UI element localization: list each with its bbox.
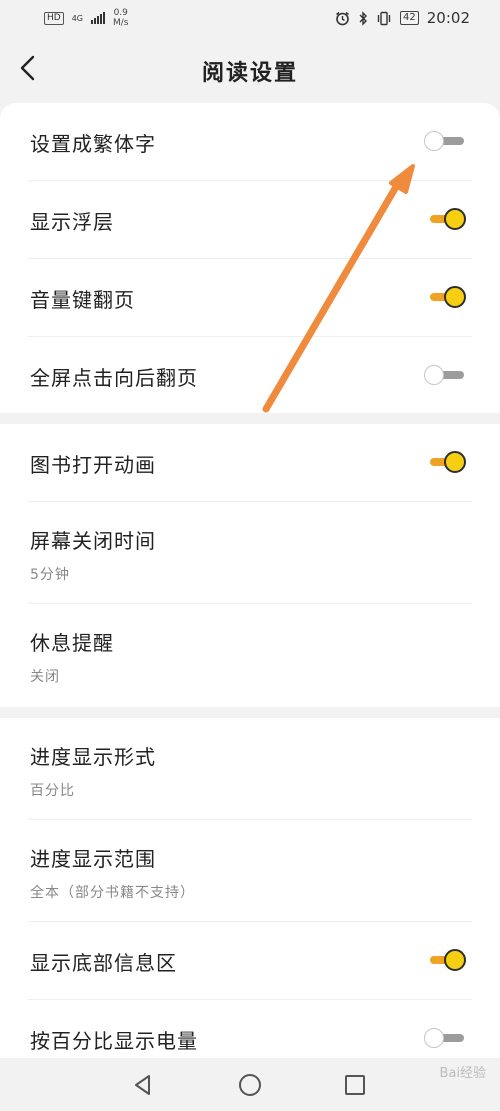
bluetooth-icon xyxy=(359,10,368,26)
speed-unit: M/s xyxy=(113,18,129,28)
setting-label: 进度显示形式 xyxy=(30,745,156,769)
signal-icon xyxy=(91,12,105,24)
recents-square-icon xyxy=(345,1075,365,1095)
setting-progress-format[interactable]: 进度显示形式 百分比 xyxy=(28,718,472,820)
home-circle-icon xyxy=(239,1074,261,1096)
setting-volume-key-page-turn[interactable]: 音量键翻页 xyxy=(28,259,472,337)
setting-show-overlay[interactable]: 显示浮层 xyxy=(28,181,472,259)
setting-value: 5分钟 xyxy=(30,567,70,583)
nav-recents-button[interactable] xyxy=(342,1072,368,1098)
toggle-switch-on[interactable] xyxy=(430,949,466,971)
setting-label: 休息提醒 xyxy=(30,631,114,655)
clock: 20:02 xyxy=(426,9,470,27)
speed-value: 0.9 xyxy=(113,8,128,18)
top-bar: 阅读设置 xyxy=(0,36,500,102)
setting-label: 图书打开动画 xyxy=(30,453,156,477)
setting-show-bottom-info[interactable]: 显示底部信息区 xyxy=(28,922,472,1000)
setting-value: 关闭 xyxy=(30,669,60,685)
vibrate-icon xyxy=(377,11,391,25)
setting-label: 屏幕关闭时间 xyxy=(30,529,156,553)
page-title: 阅读设置 xyxy=(201,61,298,86)
setting-label: 进度显示范围 xyxy=(30,847,156,871)
setting-label: 全屏点击向后翻页 xyxy=(30,366,198,390)
setting-progress-range[interactable]: 进度显示范围 全本（部分书籍不支持） xyxy=(28,820,472,922)
status-left: HD 4G 0.9 M/s xyxy=(44,8,129,28)
toggle-switch-off[interactable] xyxy=(424,364,464,386)
setting-value: 百分比 xyxy=(30,783,75,799)
network-speed: 0.9 M/s xyxy=(113,8,129,28)
setting-traditional-chinese[interactable]: 设置成繁体字 xyxy=(28,103,472,181)
setting-label: 显示浮层 xyxy=(30,210,114,234)
toggle-switch-off[interactable] xyxy=(424,130,464,152)
settings-group-progress: 进度显示形式 百分比 进度显示范围 全本（部分书籍不支持） 显示底部信息区 按百… xyxy=(0,718,500,1058)
setting-screen-off-time[interactable]: 屏幕关闭时间 5分钟 xyxy=(28,502,472,604)
nav-back-button[interactable] xyxy=(130,1072,156,1098)
hd-badge: HD xyxy=(44,11,64,25)
battery-icon: 42 xyxy=(400,11,419,25)
nav-home-button[interactable] xyxy=(237,1072,263,1098)
alarm-icon xyxy=(336,11,349,25)
setting-label: 设置成繁体字 xyxy=(30,132,156,156)
toggle-switch-on[interactable] xyxy=(430,286,466,308)
setting-fullscreen-tap-next[interactable]: 全屏点击向后翻页 xyxy=(28,337,472,415)
settings-group-behavior: 图书打开动画 屏幕关闭时间 5分钟 休息提醒 关闭 xyxy=(0,424,500,707)
setting-value: 全本（部分书籍不支持） xyxy=(30,885,195,901)
toggle-switch-off[interactable] xyxy=(424,1027,464,1049)
back-triangle-icon xyxy=(135,1075,150,1095)
toggle-switch-on[interactable] xyxy=(430,208,466,230)
status-bar: HD 4G 0.9 M/s 42 20:02 xyxy=(0,0,500,36)
toggle-switch-on[interactable] xyxy=(430,451,466,473)
setting-rest-reminder[interactable]: 休息提醒 关闭 xyxy=(28,604,472,706)
system-nav-bar xyxy=(0,1058,500,1111)
setting-label: 音量键翻页 xyxy=(30,288,135,312)
status-right: 42 20:02 xyxy=(335,9,470,27)
setting-book-open-animation[interactable]: 图书打开动画 xyxy=(28,424,472,502)
settings-group-display: 设置成繁体字 显示浮层 音量键翻页 全屏点击向后翻页 xyxy=(0,103,500,413)
setting-label: 显示底部信息区 xyxy=(30,951,177,975)
watermark: Bai经验 xyxy=(439,1066,487,1081)
network-type: 4G xyxy=(71,13,83,23)
setting-label: 按百分比显示电量 xyxy=(30,1029,198,1053)
